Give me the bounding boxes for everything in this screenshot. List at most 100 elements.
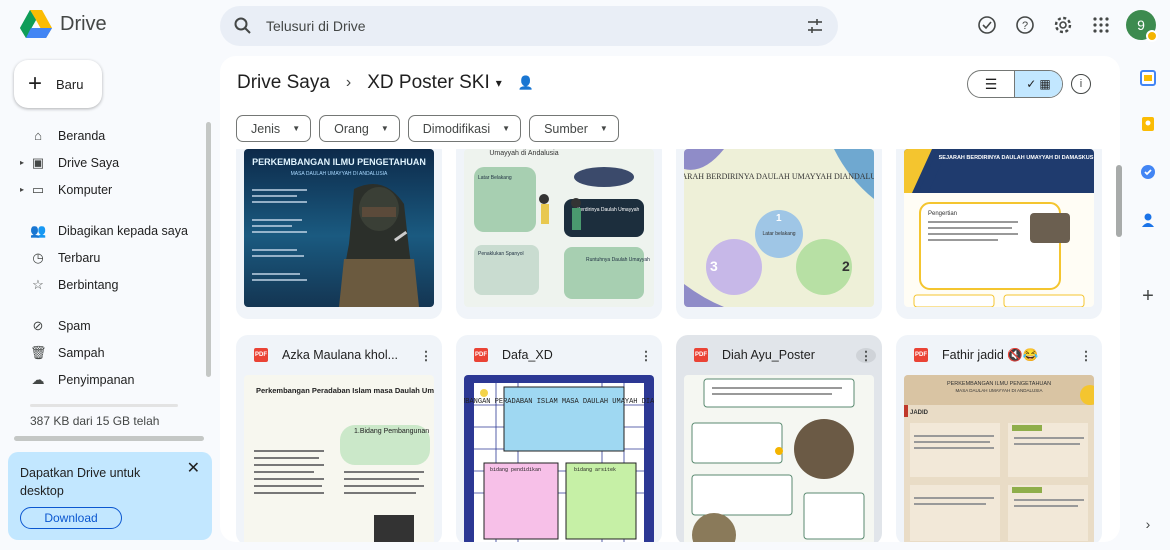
filter-source-chip[interactable]: Sumber ▼ bbox=[529, 115, 619, 142]
file-card[interactable]: PERKEMBANGAN ILMU PENGETAHUAN MASA DAULA… bbox=[236, 149, 442, 319]
file-name: Diah Ayu_Poster bbox=[722, 348, 815, 362]
breadcrumb: Drive Saya › XD Poster SKI ▾ 👤 bbox=[237, 72, 534, 94]
breadcrumb-root[interactable]: Drive Saya bbox=[237, 72, 330, 94]
file-card-header: PDF Dafa_XD ⋮ bbox=[456, 335, 662, 375]
tasks-icon[interactable] bbox=[1138, 162, 1158, 182]
svg-text:JADID: JADID bbox=[910, 410, 929, 416]
svg-text:PERKEMBANGAN ILMU PENGETAHUAN: PERKEMBANGAN ILMU PENGETAHUAN bbox=[947, 381, 1051, 387]
breadcrumb-current[interactable]: XD Poster SKI bbox=[367, 72, 490, 94]
new-button[interactable]: + Baru bbox=[14, 60, 102, 108]
filter-modified-chip[interactable]: Dimodifikasi ▼ bbox=[407, 115, 522, 142]
expand-caret-icon[interactable]: ▸ bbox=[20, 158, 24, 167]
sidebar-item-label: Terbaru bbox=[58, 250, 101, 265]
sidebar-item-spam[interactable]: ⊘ Spam bbox=[0, 312, 205, 339]
file-card[interactable]: PDF Fathir jadid 🔇😂 ⋮ PERKEMBANGAN ILMU … bbox=[896, 335, 1102, 542]
calendar-icon[interactable] bbox=[1138, 68, 1158, 88]
chevron-down-icon: ▼ bbox=[292, 124, 301, 133]
file-name: Dafa_XD bbox=[502, 348, 553, 362]
download-button[interactable]: Download bbox=[20, 507, 122, 529]
file-card[interactable]: PDF Dafa_XD ⋮ PERKEMBANGAN PERADABAN ISL… bbox=[456, 335, 662, 542]
chevron-right-icon[interactable]: › bbox=[1138, 514, 1158, 534]
svg-text:Berdirinya Daulah Umayyah: Berdirinya Daulah Umayyah bbox=[577, 207, 639, 213]
file-card-header: PDF Fathir jadid 🔇😂 ⋮ bbox=[896, 335, 1102, 375]
list-icon: ☰ bbox=[984, 75, 998, 92]
plus-icon: + bbox=[28, 70, 43, 97]
chevron-down-icon: ▼ bbox=[502, 124, 511, 133]
my-drive-icon: ▣ bbox=[31, 154, 45, 170]
keep-icon[interactable] bbox=[1138, 114, 1158, 134]
sidebar-item-label: Sampah bbox=[58, 345, 105, 360]
file-card[interactable]: PDF Azka Maulana khol... ⋮ Perkembangan … bbox=[236, 335, 442, 542]
file-card[interactable]: Umayyah di Andalusia Latar Belakang Berd… bbox=[456, 149, 662, 319]
filter-type-chip[interactable]: Jenis ▼ bbox=[236, 115, 312, 142]
main-scrollbar[interactable] bbox=[1116, 165, 1122, 237]
pdf-icon: PDF bbox=[694, 348, 708, 362]
sidebar-item-computers[interactable]: ▸ ▭ Komputer bbox=[0, 176, 205, 203]
pdf-icon: PDF bbox=[254, 348, 268, 362]
svg-text:SEJARAH BERDIRINYA DAULAH UMAY: SEJARAH BERDIRINYA DAULAH UMAYYAH DI DAM… bbox=[939, 155, 1094, 161]
contacts-icon[interactable] bbox=[1138, 210, 1158, 230]
sidebar-item-recent[interactable]: ◷ Terbaru bbox=[0, 244, 205, 271]
filter-people-chip[interactable]: Orang ▼ bbox=[319, 115, 400, 142]
sidebar-item-my-drive[interactable]: ▸ ▣ Drive Saya bbox=[0, 149, 205, 176]
chevron-right-icon: › bbox=[345, 74, 352, 91]
sidebar-item-storage[interactable]: ☁ Penyimpanan bbox=[0, 366, 205, 393]
settings-gear-icon[interactable] bbox=[1050, 12, 1076, 38]
chevron-down-icon[interactable]: ▾ bbox=[496, 76, 502, 90]
avatar-badge bbox=[1146, 30, 1158, 42]
more-vert-icon[interactable]: ⋮ bbox=[856, 347, 876, 363]
shared-folder-icon[interactable]: 👤 bbox=[518, 75, 534, 91]
file-thumbnail: SEJARAH BERDIRINYA DAULAH UMAYYAH DIANDA… bbox=[684, 149, 874, 307]
sidebar-item-label: Spam bbox=[58, 318, 91, 333]
sidebar-item-trash[interactable]: 🗑 Sampah bbox=[0, 339, 205, 366]
spam-icon: ⊘ bbox=[32, 317, 44, 333]
sidebar-item-shared[interactable]: 👥 Dibagikan kepada saya bbox=[0, 217, 205, 244]
file-card[interactable]: PDF Diah Ayu_Poster ⋮ bbox=[676, 335, 882, 542]
search-bar[interactable] bbox=[220, 6, 838, 46]
svg-text:MASA DAULAH UMAYYAH DI ANDALUS: MASA DAULAH UMAYYAH DI ANDALUSIA bbox=[291, 171, 388, 177]
expand-caret-icon[interactable]: ▸ bbox=[20, 185, 24, 194]
file-card[interactable]: SEJARAH BERDIRINYA DAULAH UMAYYAH DIANDA… bbox=[676, 149, 882, 319]
svg-text:SEJARAH BERDIRINYA DAULAH UMAY: SEJARAH BERDIRINYA DAULAH UMAYYAH DIANDA… bbox=[684, 172, 874, 181]
more-vert-icon[interactable]: ⋮ bbox=[416, 348, 436, 363]
app-name: Drive bbox=[60, 12, 107, 35]
info-icon[interactable]: i bbox=[1071, 74, 1091, 94]
more-vert-icon[interactable]: ⋮ bbox=[1076, 348, 1096, 363]
grid-icon: ▦ bbox=[1039, 77, 1051, 91]
file-card[interactable]: SEJARAH BERDIRINYA DAULAH UMAYYAH DI DAM… bbox=[896, 149, 1102, 319]
chevron-down-icon: ▼ bbox=[380, 124, 389, 133]
help-icon[interactable]: ? bbox=[1012, 12, 1038, 38]
svg-text:1: 1 bbox=[776, 213, 782, 224]
grid-view-button[interactable]: ✓ ▦ bbox=[1014, 71, 1062, 97]
side-panel-bar: + › bbox=[1126, 52, 1170, 550]
sidebar-item-starred[interactable]: ☆ Berbintang bbox=[0, 271, 205, 298]
search-icon[interactable] bbox=[234, 17, 252, 35]
file-thumbnail: SEJARAH BERDIRINYA DAULAH UMAYYAH DI DAM… bbox=[904, 149, 1094, 307]
main-content: Drive Saya › XD Poster SKI ▾ 👤 ☰ ✓ ▦ i Je… bbox=[220, 56, 1120, 542]
check-icon: ✓ bbox=[1026, 77, 1037, 91]
svg-text:Latar belakang: Latar belakang bbox=[762, 231, 795, 237]
svg-text:MASA DAULAH UMAYYAH DI ANDALUS: MASA DAULAH UMAYYAH DI ANDALUSIA bbox=[955, 388, 1042, 393]
more-vert-icon[interactable]: ⋮ bbox=[636, 348, 656, 363]
sidebar-scrollbar[interactable] bbox=[206, 122, 211, 377]
nav-list: ⌂ Beranda ▸ ▣ Drive Saya ▸ ▭ Komputer 👥 Dibagi… bbox=[0, 122, 205, 393]
sidebar-item-label: Drive Saya bbox=[58, 155, 120, 170]
account-avatar[interactable]: 9 bbox=[1126, 10, 1158, 42]
offline-status-icon[interactable] bbox=[974, 12, 1000, 38]
search-input[interactable] bbox=[266, 18, 806, 34]
sidebar-item-label: Dibagikan kepada saya bbox=[58, 223, 188, 238]
file-thumbnail: PERKEMBANGAN PERADABAN ISLAM MASA DAULAH… bbox=[464, 375, 654, 542]
svg-text:?: ? bbox=[1022, 20, 1028, 32]
sidebar-horizontal-scrollbar[interactable] bbox=[14, 436, 204, 441]
svg-text:1.Bidang Pembangunan: 1.Bidang Pembangunan bbox=[354, 428, 429, 435]
drive-logo[interactable]: Drive bbox=[20, 10, 107, 38]
add-addon-icon[interactable]: + bbox=[1138, 285, 1158, 307]
file-thumbnail: Perkembangan Peradaban Islam masa Daulah… bbox=[244, 375, 434, 542]
svg-text:Runtuhnya Daulah Umayyah: Runtuhnya Daulah Umayyah bbox=[586, 257, 650, 263]
apps-grid-icon[interactable] bbox=[1088, 12, 1114, 38]
search-options-icon[interactable] bbox=[806, 17, 824, 35]
close-icon[interactable]: ✕ bbox=[187, 458, 200, 478]
shared-icon: 👥 bbox=[30, 222, 47, 238]
list-view-button[interactable]: ☰ bbox=[968, 71, 1014, 97]
sidebar-item-home[interactable]: ⌂ Beranda bbox=[0, 122, 205, 149]
